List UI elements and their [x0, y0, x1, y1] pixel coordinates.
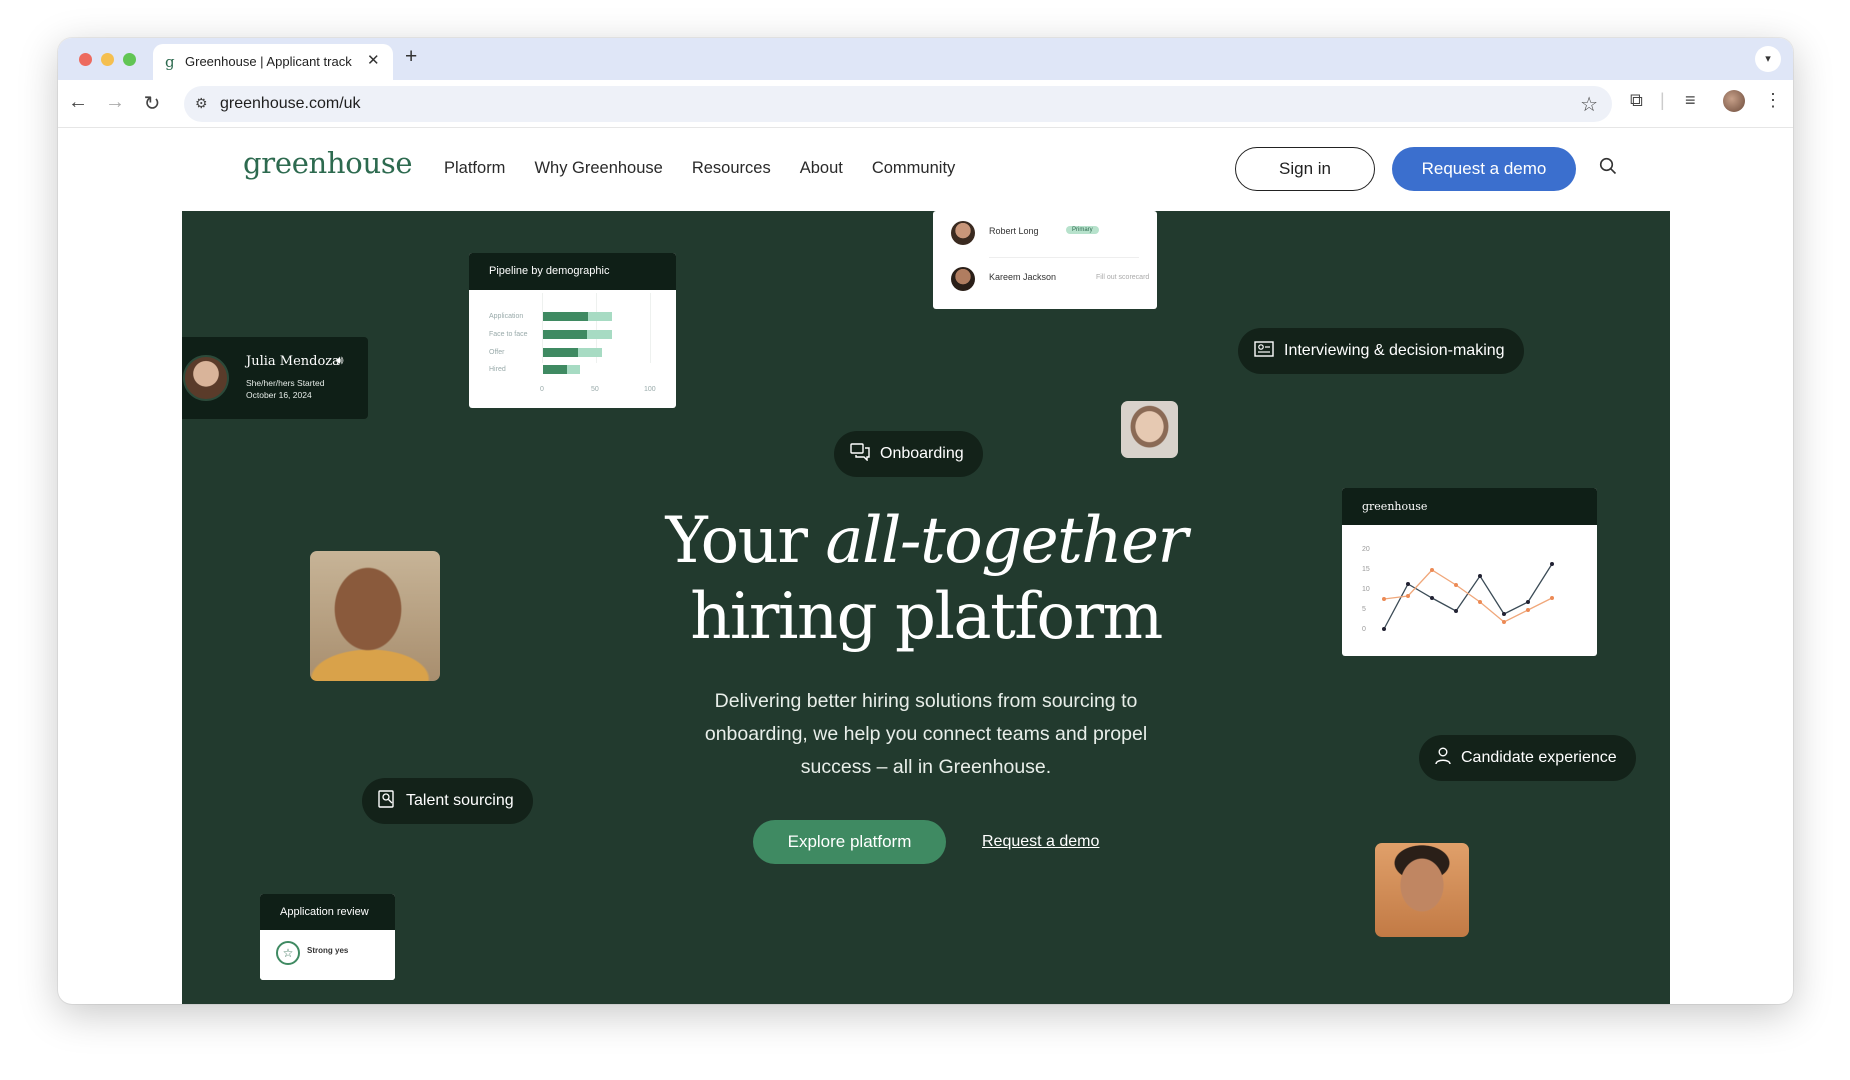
interviewing-pill: Interviewing & decision-making	[1238, 328, 1524, 374]
hero-section: Julia Mendoza 🔊︎ She/her/hers Started Oc…	[182, 211, 1670, 1004]
status-badge: Primary	[1066, 226, 1099, 234]
minimize-window-button[interactable]	[101, 53, 114, 66]
pipeline-bar	[543, 312, 588, 321]
profile-avatar[interactable]	[1723, 90, 1745, 112]
search-icon[interactable]	[1599, 157, 1617, 181]
pipeline-bar	[588, 312, 612, 321]
forward-arrow-icon[interactable]: →	[103, 91, 127, 114]
axis-tick: 50	[591, 386, 599, 393]
bookmark-star-icon[interactable]: ☆	[1580, 92, 1598, 117]
pill-label: Talent sourcing	[406, 792, 514, 809]
pipeline-row-label: Application	[489, 313, 524, 320]
axis-tick: 100	[644, 386, 656, 393]
application-review-card: Application review ☆ Strong yes	[260, 894, 395, 980]
pipeline-row-label: Offer	[489, 349, 505, 356]
tab-title: Greenhouse | Applicant track	[185, 54, 352, 69]
portrait-photo	[1375, 843, 1469, 937]
greenhouse-logo[interactable]: greenhouse	[243, 146, 413, 180]
onboarding-pill: Onboarding	[834, 431, 983, 477]
more-menu-icon[interactable]: ⋮	[1764, 90, 1782, 111]
browser-window: g Greenhouse | Applicant track ✕ + ▾ ← →…	[58, 38, 1793, 1004]
request-demo-link[interactable]: Request a demo	[982, 833, 1099, 851]
grid-line	[650, 293, 651, 363]
menu-item-community[interactable]: Community	[872, 159, 955, 178]
hero-subtitle: Delivering better hiring solutions from …	[704, 690, 1148, 778]
main-menu: Platform Why Greenhouse Resources About …	[444, 159, 955, 178]
back-arrow-icon[interactable]: ←	[66, 91, 90, 114]
reviewer-note: Fill out scorecard	[1096, 274, 1150, 281]
employee-card: Julia Mendoza 🔊︎ She/her/hers Started Oc…	[182, 337, 368, 419]
pill-label: Onboarding	[880, 445, 964, 462]
reload-icon[interactable]: ↻	[140, 91, 164, 116]
url-text[interactable]: greenhouse.com/uk	[220, 95, 361, 113]
chat-bubbles-icon	[850, 442, 870, 466]
pipeline-bar	[578, 348, 602, 357]
explore-platform-button[interactable]: Explore platform	[753, 820, 946, 864]
avatar	[951, 267, 975, 291]
employee-name: Julia Mendoza	[246, 354, 340, 369]
portrait-photo	[1121, 401, 1178, 458]
pipeline-row-label: Hired	[489, 366, 506, 373]
star-icon: ☆	[276, 941, 300, 965]
pipeline-bar	[587, 330, 612, 339]
pipeline-card: Pipeline by demographic Application Face…	[469, 253, 676, 408]
application-review-title: Application review	[260, 894, 395, 930]
reviewers-card: Robert Long Primary Kareem Jackson Fill …	[933, 211, 1157, 309]
pipeline-bar	[543, 365, 567, 374]
scorecard-icon	[1254, 340, 1274, 362]
site-header: greenhouse Platform Why Greenhouse Resou…	[58, 128, 1793, 210]
browser-tab[interactable]: g Greenhouse | Applicant track ✕	[153, 44, 393, 80]
address-bar[interactable]: ⚙ greenhouse.com/uk ☆	[184, 86, 1612, 122]
talent-sourcing-pill: Talent sourcing	[362, 778, 533, 824]
pipeline-bar	[567, 365, 580, 374]
reviewer-name: Robert Long	[989, 226, 1039, 236]
application-review-body: ☆ Strong yes	[260, 930, 395, 980]
toolbar-divider: |	[1660, 90, 1665, 110]
hero-title-emphasis: all-together	[825, 504, 1188, 578]
pill-label: Interviewing & decision-making	[1284, 342, 1505, 359]
reviewer-name: Kareem Jackson	[989, 272, 1057, 282]
menu-item-resources[interactable]: Resources	[692, 159, 771, 178]
axis-tick: 0	[540, 386, 544, 393]
menu-item-platform[interactable]: Platform	[444, 159, 505, 178]
maximize-window-button[interactable]	[123, 53, 136, 66]
review-value: Strong yes	[307, 946, 349, 955]
profile-search-icon	[378, 789, 396, 813]
pill-label: Candidate experience	[1461, 749, 1617, 766]
close-window-button[interactable]	[79, 53, 92, 66]
media-controls-icon[interactable]: ≡	[1685, 90, 1696, 111]
person-icon	[1435, 747, 1451, 770]
pipeline-bar	[543, 330, 587, 339]
new-tab-icon[interactable]: +	[405, 45, 417, 69]
sign-in-button[interactable]: Sign in	[1235, 147, 1375, 191]
close-tab-icon[interactable]: ✕	[367, 51, 380, 69]
tab-strip: g Greenhouse | Applicant track ✕ + ▾	[58, 38, 1793, 80]
tab-search-chevron-icon[interactable]: ▾	[1755, 46, 1781, 72]
menu-item-why-greenhouse[interactable]: Why Greenhouse	[534, 159, 662, 178]
divider	[989, 257, 1139, 258]
avatar	[951, 221, 975, 245]
pipeline-card-title: Pipeline by demographic	[469, 253, 676, 290]
speaker-icon: 🔊︎	[336, 353, 344, 367]
request-demo-button[interactable]: Request a demo	[1392, 147, 1576, 191]
site-info-icon[interactable]: ⚙	[195, 95, 208, 112]
portrait-photo	[310, 551, 440, 681]
employee-meta: She/her/hers Started October 16, 2024	[246, 378, 325, 400]
browser-toolbar: ← → ↻ ⚙ greenhouse.com/uk ☆ ⧉ | ≡ ⋮	[58, 80, 1793, 128]
menu-item-about[interactable]: About	[800, 159, 843, 178]
extensions-icon[interactable]: ⧉	[1630, 90, 1643, 111]
greenhouse-favicon-icon: g	[165, 53, 175, 71]
candidate-experience-pill: Candidate experience	[1419, 735, 1636, 781]
pipeline-bar	[543, 348, 578, 357]
pipeline-row-label: Face to face	[489, 331, 528, 338]
avatar	[183, 355, 229, 401]
window-controls	[79, 53, 136, 66]
